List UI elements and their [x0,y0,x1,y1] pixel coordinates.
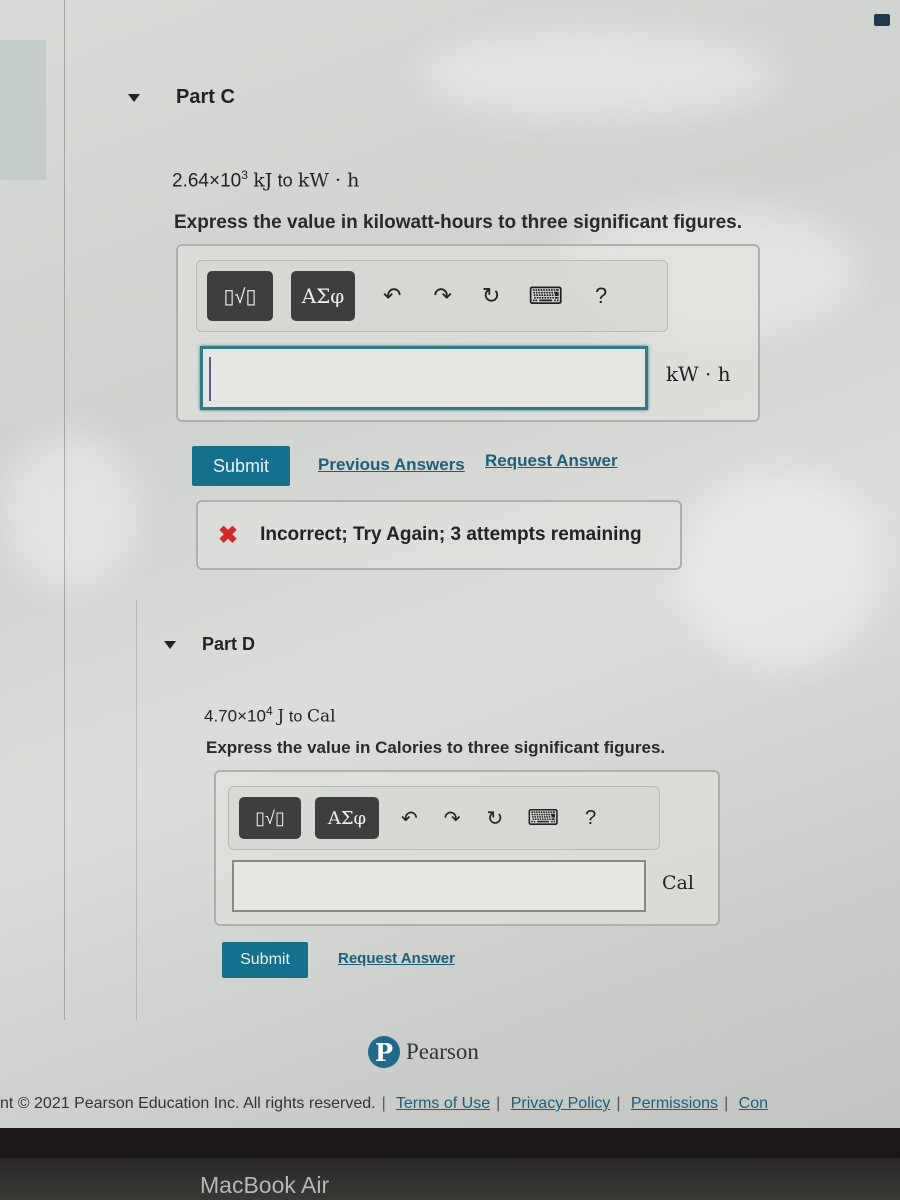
divider [136,600,137,1020]
screen-glare [0,430,140,590]
to-unit: Cal [307,706,336,727]
greek-symbols-button[interactable]: ΑΣφ [291,271,355,321]
reset-icon[interactable]: ↻ [487,806,504,831]
instruction: Express the value in Calories to three s… [206,738,666,757]
incorrect-x-icon: ✖ [218,521,239,549]
to-word: to [288,708,303,726]
separator: | [381,1095,386,1112]
help-icon[interactable]: ? [585,807,596,830]
problem-statement: 4.70×104 J to Cal [204,704,336,727]
templates-icon: ▯√▯ [223,285,257,308]
collapse-caret-icon[interactable] [128,93,140,102]
part-title: Part D [202,634,256,654]
separator: | [616,1095,621,1112]
help-icon[interactable]: ? [595,283,607,309]
redo-icon[interactable]: ↷ [444,806,461,831]
request-answer-link[interactable]: Request Answer [485,451,618,471]
undo-icon[interactable]: ↶ [401,806,418,831]
greek-symbols-label: ΑΣφ [301,284,345,308]
templates-icon: ▯√▯ [255,807,285,828]
answer-container: ▯√▯ ΑΣφ ↶ ↷ ↻ ⌨ ? Cal [214,770,720,926]
feedback-message: ✖ Incorrect; Try Again; 3 attempts remai… [196,500,682,570]
request-answer-link[interactable]: Request Answer [338,950,455,967]
pearson-logo-icon: P [368,1036,400,1068]
copyright-text: nt © 2021 Pearson Education Inc. All rig… [0,1095,376,1112]
privacy-policy-link[interactable]: Privacy Policy [511,1095,611,1112]
to-unit: kW · h [297,169,360,192]
from-unit: kJ [253,169,273,192]
greek-symbols-label: ΑΣφ [327,807,367,829]
feedback-text: Incorrect; Try Again; 3 attempts remaini… [260,524,642,545]
terms-of-use-link[interactable]: Terms of Use [396,1095,490,1112]
separator: | [496,1095,501,1112]
answer-unit: kW · h [666,362,731,386]
problem-value: 2.64×10 [172,170,242,192]
answer-container: ▯√▯ ΑΣφ ↶ ↷ ↻ ⌨ ? kW · h [176,244,760,422]
previous-answers-link[interactable]: Previous Answers [318,455,465,475]
part-title: Part C [176,86,235,108]
templates-button[interactable]: ▯√▯ [239,797,301,839]
math-toolbar: ▯√▯ ΑΣφ ↶ ↷ ↻ ⌨ ? [228,786,660,850]
device-bezel-edge [0,1128,900,1158]
keyboard-icon[interactable]: ⌨ [528,282,563,311]
part-d-header[interactable]: Part D [164,634,255,655]
problem-exponent: 4 [265,704,273,718]
problem-statement: 2.64×103 kJ to kW · h [172,168,359,192]
collapse-caret-icon[interactable] [164,640,176,649]
window-control-icon[interactable] [874,14,890,26]
separator: | [724,1095,729,1112]
instruction: Express the value in kilowatt-hours to t… [174,212,743,233]
problem-value: 4.70×10 [204,706,266,726]
left-sidebar-panel [0,40,46,180]
contact-link[interactable]: Con [739,1095,768,1112]
redo-icon[interactable]: ↷ [433,283,451,309]
problem-exponent: 3 [241,168,248,182]
submit-button[interactable]: Submit [192,446,290,486]
pearson-brand[interactable]: P Pearson [368,1036,479,1068]
answer-unit: Cal [662,872,694,894]
device-label: MacBook Air [200,1172,330,1198]
from-unit: J [277,706,285,727]
divider [64,0,65,1020]
screen-glare [680,470,880,670]
templates-button[interactable]: ▯√▯ [207,271,273,321]
keyboard-icon[interactable]: ⌨ [527,805,559,831]
text-cursor [209,357,211,401]
answer-input[interactable] [200,346,648,410]
to-word: to [277,170,293,191]
part-c-header[interactable]: Part C [128,86,235,109]
math-toolbar: ▯√▯ ΑΣφ ↶ ↷ ↻ ⌨ ? [196,260,668,332]
answer-input[interactable] [232,860,646,912]
pearson-name: Pearson [406,1039,479,1064]
screen-glare [420,30,780,120]
submit-button[interactable]: Submit [222,942,308,978]
footer: nt © 2021 Pearson Education Inc. All rig… [0,1095,900,1113]
reset-icon[interactable]: ↻ [482,283,500,309]
undo-icon[interactable]: ↶ [383,283,401,309]
greek-symbols-button[interactable]: ΑΣφ [315,797,379,839]
permissions-link[interactable]: Permissions [631,1095,718,1112]
